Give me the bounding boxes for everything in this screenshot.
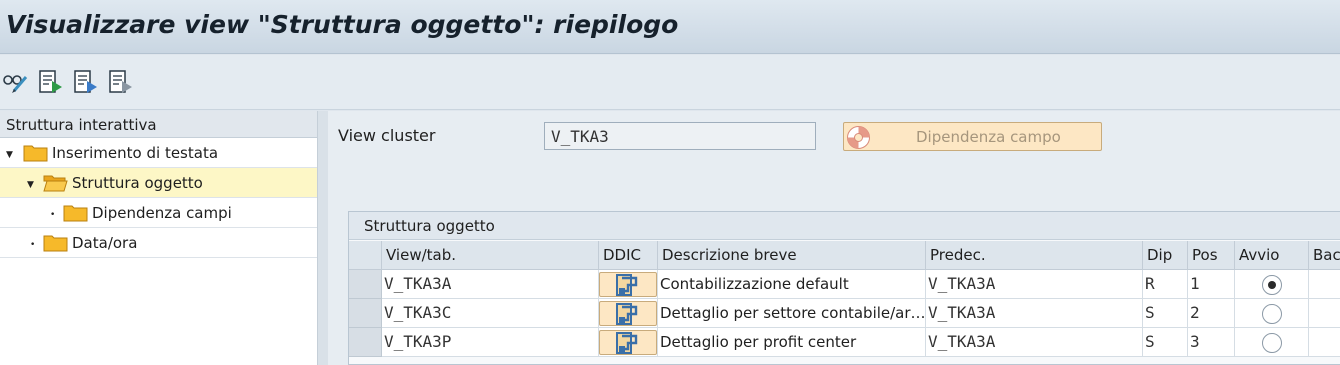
bac-cell xyxy=(1309,270,1340,299)
ddic-button[interactable] xyxy=(599,272,657,297)
tree-item-data-ora[interactable]: • Data/ora xyxy=(0,228,317,258)
bullet-icon: • xyxy=(50,210,56,220)
start-radio-button[interactable] xyxy=(1262,304,1282,324)
view-cell: V_TKA3P xyxy=(382,328,599,357)
dipendenza-campo-button[interactable]: Dipendenza campo xyxy=(843,122,1102,151)
pos-cell: 1 xyxy=(1188,270,1235,299)
table-title: Struttura oggetto xyxy=(349,212,1340,240)
tree-item-label: Dipendenza campi xyxy=(92,204,232,222)
select-all-header[interactable] xyxy=(349,241,382,270)
dip-cell: R xyxy=(1143,270,1188,299)
dip-cell: S xyxy=(1143,299,1188,328)
table-row: V_TKA3P Dettaglio per profit center V_TK… xyxy=(349,328,1340,357)
detail-docs-icon[interactable] xyxy=(107,68,134,95)
pane-splitter[interactable] xyxy=(318,111,328,365)
navigation-tree: Struttura interattiva ▼ Inserimento di t… xyxy=(0,111,318,365)
bullet-icon: • xyxy=(30,240,36,250)
column-header-bac[interactable]: Bac xyxy=(1309,241,1340,270)
dipendenza-campo-label: Dipendenza campo xyxy=(916,128,1061,146)
row-selector[interactable] xyxy=(349,299,382,328)
bac-cell xyxy=(1309,328,1340,357)
column-header-pos[interactable]: Pos xyxy=(1188,241,1235,270)
main-content: View cluster V_TKA3 Dipendenza campo Str… xyxy=(328,111,1340,365)
bac-cell xyxy=(1309,299,1340,328)
row-selector[interactable] xyxy=(349,270,382,299)
pos-cell: 2 xyxy=(1188,299,1235,328)
tree-item-struttura-oggetto[interactable]: ▼ Struttura oggetto xyxy=(0,168,317,198)
pos-cell: 3 xyxy=(1188,328,1235,357)
column-header-start[interactable]: Avvio xyxy=(1235,241,1309,270)
tree-item-inserimento-di-testata[interactable]: ▼ Inserimento di testata xyxy=(0,138,317,168)
folder-icon xyxy=(63,205,88,222)
description-cell: Dettaglio per profit center xyxy=(658,328,926,357)
change-docs-icon[interactable] xyxy=(37,68,64,95)
row-selector[interactable] xyxy=(349,328,382,357)
table-row: V_TKA3C Dettaglio per settore contabile/… xyxy=(349,299,1340,328)
view-cluster-field[interactable]: V_TKA3 xyxy=(544,122,816,150)
lifebuoy-icon xyxy=(847,126,870,149)
tree-item-label: Data/ora xyxy=(72,234,138,252)
ddic-structure-icon xyxy=(616,303,638,325)
tree-item-dipendenza-campi[interactable]: • Dipendenza campi xyxy=(0,198,317,228)
column-header-dip[interactable]: Dip xyxy=(1143,241,1188,270)
start-radio-button[interactable] xyxy=(1262,275,1282,295)
ddic-structure-icon xyxy=(616,332,638,354)
predecessor-cell: V_TKA3A xyxy=(926,270,1143,299)
title-bar: Visualizzare view "Struttura oggetto": r… xyxy=(0,0,1340,54)
view-cell: V_TKA3C xyxy=(382,299,599,328)
view-cell: V_TKA3A xyxy=(382,270,599,299)
ddic-button[interactable] xyxy=(599,330,657,355)
open-folder-icon xyxy=(43,175,68,192)
column-header-predecessor[interactable]: Predec. xyxy=(926,241,1143,270)
dip-cell: S xyxy=(1143,328,1188,357)
view-cluster-label: View cluster xyxy=(338,126,436,145)
ddic-button[interactable] xyxy=(599,301,657,326)
column-header-ddic[interactable]: DDIC xyxy=(599,241,658,270)
ddic-structure-icon xyxy=(616,274,638,296)
predecessor-cell: V_TKA3A xyxy=(926,328,1143,357)
column-header-view[interactable]: View/tab. xyxy=(382,241,599,270)
description-cell: Dettaglio per settore contabile/ar… xyxy=(658,299,926,328)
folder-icon xyxy=(23,145,48,162)
glasses-edit-icon[interactable] xyxy=(2,68,29,95)
object-structure-table: Struttura oggetto View/tab. DDIC Descriz… xyxy=(348,211,1340,365)
tree-header: Struttura interattiva xyxy=(0,111,317,138)
expand-triangle-icon[interactable]: ▼ xyxy=(27,180,34,190)
start-radio-button[interactable] xyxy=(1262,333,1282,353)
page-title: Visualizzare view "Struttura oggetto": r… xyxy=(6,10,679,39)
predecessor-cell: V_TKA3A xyxy=(926,299,1143,328)
transport-docs-icon[interactable] xyxy=(72,68,99,95)
folder-icon xyxy=(43,235,68,252)
tree-item-label: Struttura oggetto xyxy=(72,174,203,192)
column-header-description[interactable]: Descrizione breve xyxy=(658,241,926,270)
toolbar xyxy=(0,55,1340,110)
expand-triangle-icon[interactable]: ▼ xyxy=(6,150,13,160)
description-cell: Contabilizzazione default xyxy=(658,270,926,299)
tree-item-label: Inserimento di testata xyxy=(52,144,219,162)
table-row: V_TKA3A Contabilizzazione default V_TKA3… xyxy=(349,270,1340,299)
